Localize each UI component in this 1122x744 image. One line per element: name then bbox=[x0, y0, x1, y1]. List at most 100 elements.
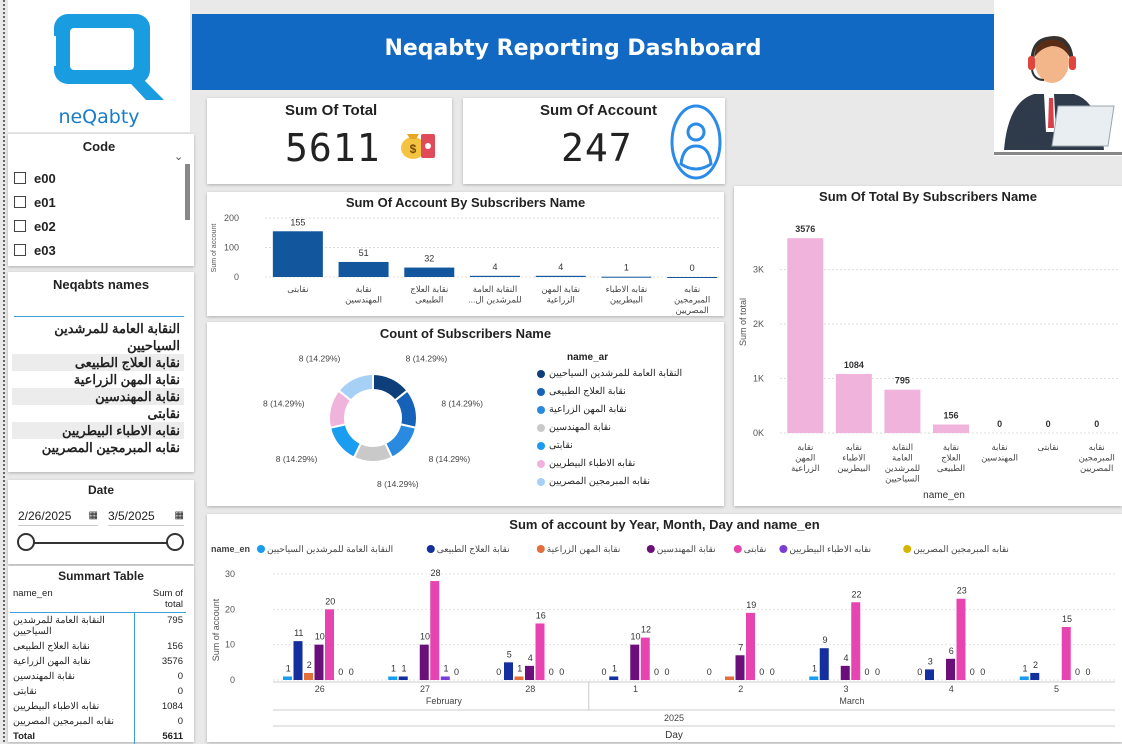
row-total: 0 bbox=[133, 714, 186, 729]
data-label: 1 bbox=[443, 663, 448, 673]
data-label: 0 bbox=[875, 667, 880, 677]
legend-item[interactable]: نقابه الاطباء البيطريين bbox=[537, 458, 717, 469]
x-tick-label: البيطريين bbox=[610, 295, 643, 306]
legend-swatch bbox=[537, 459, 545, 468]
page-title: Neqabty Reporting Dashboard bbox=[384, 36, 762, 61]
x-tick-label: 3 bbox=[843, 684, 848, 694]
date-range-handle-end[interactable] bbox=[166, 533, 184, 551]
name-option[interactable]: نقابة المهن الزراعية bbox=[12, 371, 184, 388]
bar bbox=[933, 424, 969, 433]
bar bbox=[884, 389, 921, 433]
column-header-name[interactable]: name_en bbox=[10, 586, 134, 613]
legend-swatch bbox=[537, 477, 545, 486]
x-tick-label: 2 bbox=[738, 684, 743, 694]
x-tick-label: السياحيين bbox=[885, 474, 920, 485]
x-tick-label: 4 bbox=[949, 684, 954, 694]
y-tick-label: 0 bbox=[230, 675, 235, 685]
name-option[interactable]: نقابتى bbox=[12, 405, 184, 422]
name-option[interactable]: نقابه المبرمجين المصريين bbox=[12, 439, 184, 456]
data-label: 4 bbox=[528, 653, 533, 663]
bar bbox=[735, 655, 745, 680]
row-name: نقابتى bbox=[13, 686, 37, 697]
code-slicer-scrollbar[interactable] bbox=[185, 164, 190, 220]
date-end-input[interactable]: 3/5/2025 ▦ bbox=[108, 506, 184, 526]
data-label: 0 bbox=[917, 667, 922, 677]
checkbox[interactable] bbox=[14, 196, 26, 208]
x-tick-label: نقابة العلاج bbox=[410, 284, 448, 295]
date-range-handle-start[interactable] bbox=[17, 533, 35, 551]
names-slicer-list: النقابة العامة للمرشدين السياحيين نقابة … bbox=[12, 320, 184, 456]
kpi-card-account[interactable]: Sum Of Account 247 bbox=[463, 98, 725, 184]
name-option[interactable]: نقابه الاطباء البيطريين bbox=[12, 422, 184, 439]
checkbox[interactable] bbox=[14, 220, 26, 232]
bar bbox=[504, 662, 513, 680]
data-label: 0 bbox=[690, 263, 695, 273]
date-start-input[interactable]: 2/26/2025 ▦ bbox=[18, 506, 98, 526]
data-label: 795 bbox=[895, 376, 910, 386]
x-tick-label: نقابه الاطباء bbox=[606, 284, 648, 294]
total-by-subscriber-chart[interactable]: Sum Of Total By Subscribers Name 0K 1K 2K 3… bbox=[734, 186, 1122, 506]
calendar-icon[interactable]: ▦ bbox=[175, 506, 184, 526]
checkbox[interactable] bbox=[14, 244, 26, 256]
checkbox[interactable] bbox=[14, 172, 26, 184]
legend-swatch bbox=[646, 545, 655, 553]
data-label: 10 bbox=[315, 632, 325, 642]
code-option-e00[interactable]: e00 bbox=[14, 166, 174, 190]
kpi-card-total[interactable]: Sum Of Total 5611 $ bbox=[207, 98, 452, 184]
bar bbox=[819, 648, 829, 680]
y-axis-label: Sum of account bbox=[211, 598, 221, 661]
date-slicer: Date 2/26/2025 ▦ 3/5/2025 ▦ bbox=[8, 480, 194, 564]
bar bbox=[388, 676, 398, 680]
summary-table: name_en Sum of total النقابة العامة للمر… bbox=[10, 586, 186, 744]
data-label: 20 bbox=[325, 596, 335, 606]
account-by-day-chart[interactable]: Sum of account by Year, Month, Day and n… bbox=[207, 514, 1122, 742]
legend-item[interactable]: نقابة المهن الزراعية bbox=[537, 404, 717, 415]
table-row: نقابة المهن الزراعية 3576 bbox=[10, 654, 186, 669]
legend-item[interactable]: نقابه المبرمجين المصريين bbox=[537, 476, 717, 487]
row-total: 0 bbox=[133, 669, 186, 684]
legend-label: نقابه الاطباء البيطريين bbox=[789, 544, 871, 555]
data-label: 10 bbox=[420, 632, 430, 642]
data-label: 0 bbox=[549, 667, 554, 677]
code-option-e02[interactable]: e02 bbox=[14, 214, 174, 238]
month-label: February bbox=[426, 696, 463, 706]
data-label: 156 bbox=[943, 411, 958, 421]
column-header-total[interactable]: Sum of total bbox=[134, 586, 186, 613]
date-range-track[interactable] bbox=[24, 542, 178, 544]
dashboard-header: Neqabty Reporting Dashboard bbox=[192, 14, 994, 90]
legend-swatch bbox=[733, 545, 742, 553]
data-label: 19 bbox=[746, 600, 756, 610]
bar bbox=[1061, 627, 1071, 680]
name-option[interactable]: نقابة المهندسين bbox=[12, 388, 184, 405]
code-option-e03[interactable]: e03 bbox=[14, 238, 174, 262]
legend-item[interactable]: نقابة المهندسين bbox=[537, 422, 717, 433]
bar bbox=[535, 623, 545, 680]
bar bbox=[746, 612, 755, 680]
chevron-down-icon[interactable]: ⌄ bbox=[174, 150, 183, 163]
x-tick-label: الطبيعى bbox=[937, 463, 965, 473]
row-name: نقابة المهندسين bbox=[13, 671, 76, 682]
legend-item[interactable]: نقابة العلاج الطبيعى bbox=[537, 386, 717, 397]
legend-item[interactable]: نقابتى bbox=[537, 440, 717, 451]
count-subscribers-donut-chart[interactable]: Count of Subscribers Name 8 (14.29%) 8 (1… bbox=[207, 322, 724, 506]
data-label: 7 bbox=[738, 642, 743, 652]
name-option[interactable]: نقابة العلاج الطبيعى bbox=[12, 354, 184, 371]
code-option-e01[interactable]: e01 bbox=[14, 190, 174, 214]
y-tick-label: 30 bbox=[225, 569, 235, 579]
name-option[interactable]: النقابة العامة للمرشدين السياحيين bbox=[12, 320, 184, 354]
legend-item[interactable]: النقابة العامة للمرشدين السياحيين bbox=[537, 368, 717, 379]
data-label: 0 bbox=[997, 419, 1002, 429]
calendar-icon[interactable]: ▦ bbox=[89, 506, 98, 526]
support-agent-illustration bbox=[994, 0, 1122, 156]
bar bbox=[725, 676, 734, 680]
legend-title: name_en bbox=[211, 544, 250, 554]
slice-label: 8 (14.29%) bbox=[441, 398, 483, 408]
account-by-subscriber-chart[interactable]: Sum Of Account By Subscribers Name 0 100 2… bbox=[207, 192, 724, 316]
names-slicer-search-line[interactable] bbox=[14, 316, 184, 317]
x-tick-label: المبرمجين bbox=[1079, 453, 1115, 464]
bar bbox=[851, 602, 861, 680]
bar bbox=[840, 665, 850, 680]
x-tick-label: نقابة bbox=[991, 442, 1007, 452]
x-tick-label: نقابة bbox=[943, 442, 959, 452]
bar bbox=[1030, 672, 1040, 680]
